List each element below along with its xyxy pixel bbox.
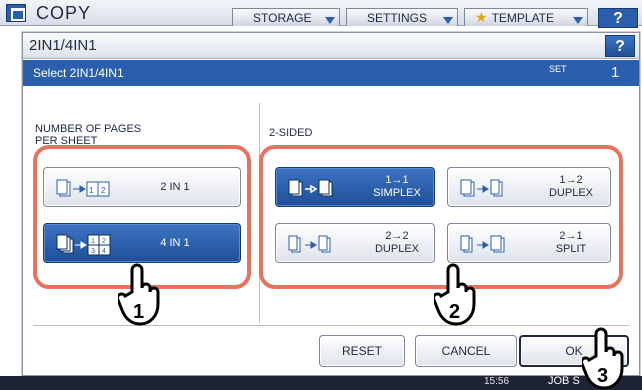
callout-3: 3 [597,365,608,387]
app-header: COPY STORAGE SETTINGS ★ TEMPLATE ? [0,0,642,28]
tab-settings-label: SETTINGS [367,11,428,25]
option-duplex-2to2-label: 2→2 DUPLEX [366,224,428,262]
dialog-title-bar: 2IN1/4IN1 ? [23,33,639,59]
option-duplex-2to2-mode: DUPLEX [374,243,420,255]
instruction-bar: Select 2IN1/4IN1 SET 1 [23,60,639,86]
set-label: SET [549,64,567,74]
tab-template[interactable]: ★ TEMPLATE [464,8,588,26]
app-help-button[interactable]: ? [598,8,638,28]
pointer-hand-icon: 1 [118,263,160,326]
callout-1: 1 [133,301,144,323]
option-split-ratio: 2→1 [559,230,583,242]
job-status-button[interactable]: JOB S [548,375,580,387]
star-icon: ★ [475,9,488,25]
chevron-down-icon [443,17,453,24]
pointer-hand-icon: 3 [582,327,624,390]
option-4in1-label: 4 IN 1 [160,236,190,249]
option-duplex-1to2-label: 1→2 DUPLEX [538,168,604,206]
option-simplex-label: 1→1 SIMPLEX [366,168,428,206]
help-button[interactable]: ? [605,35,635,57]
simplex-icon [288,179,333,197]
cancel-button[interactable]: CANCEL [415,335,517,367]
instruction-text: Select 2IN1/4IN1 [33,66,124,80]
svg-text:1: 1 [91,238,95,245]
option-duplex-1to2-mode: DUPLEX [548,187,594,199]
tab-storage-label: STORAGE [253,11,312,25]
combine-dialog: 2IN1/4IN1 ? Select 2IN1/4IN1 SET 1 NUMBE… [22,32,640,376]
two-in-one-icon: 1 2 [56,179,110,197]
option-4in1-button[interactable]: 1 2 3 4 4 IN 1 [43,223,241,263]
option-duplex-2to2-ratio: 2→2 [385,230,409,242]
tab-storage[interactable]: STORAGE [232,8,340,26]
svg-text:4: 4 [102,248,106,255]
two-to-two-duplex-icon [288,235,331,253]
svg-text:3: 3 [91,248,95,255]
svg-text:2: 2 [102,238,106,245]
svg-text:2: 2 [101,186,106,195]
pages-per-sheet-label: NUMBER OF PAGES PER SHEET [35,123,142,145]
option-simplex-mode: SIMPLEX [373,187,421,199]
chevron-down-icon [325,17,335,24]
set-count: 1 [611,64,620,81]
chevron-down-icon [573,17,583,24]
status-bar [0,376,642,390]
option-duplex-1to2-ratio: 1→2 [559,174,583,186]
one-to-two-duplex-icon [460,179,503,197]
pointer-hand-icon: 2 [434,263,476,326]
option-simplex-button[interactable]: 1→1 SIMPLEX [275,167,435,207]
copy-icon [6,4,26,22]
option-split-label: 2→1 SPLIT [538,224,604,262]
option-duplex-2to2-button[interactable]: 2→2 DUPLEX [275,223,435,263]
tab-template-label: TEMPLATE [491,11,555,25]
reset-button[interactable]: RESET [319,335,405,367]
split-icon [460,235,505,253]
option-split-button[interactable]: 2→1 SPLIT [447,223,611,263]
svg-text:1: 1 [89,186,94,195]
option-2in1-label: 2 IN 1 [160,180,190,193]
option-2in1-button[interactable]: 1 2 2 IN 1 [43,167,241,207]
app-title: COPY [36,3,92,23]
option-simplex-ratio: 1→1 [385,174,409,186]
option-split-mode: SPLIT [555,243,587,255]
four-in-one-icon: 1 2 3 4 [56,234,111,256]
tab-settings[interactable]: SETTINGS [346,8,458,26]
status-time: 15:56 [484,376,510,387]
option-duplex-1to2-button[interactable]: 1→2 DUPLEX [447,167,611,207]
callout-2: 2 [449,301,460,323]
dialog-title: 2IN1/4IN1 [29,37,97,54]
two-sided-label: 2-SIDED [269,127,313,139]
